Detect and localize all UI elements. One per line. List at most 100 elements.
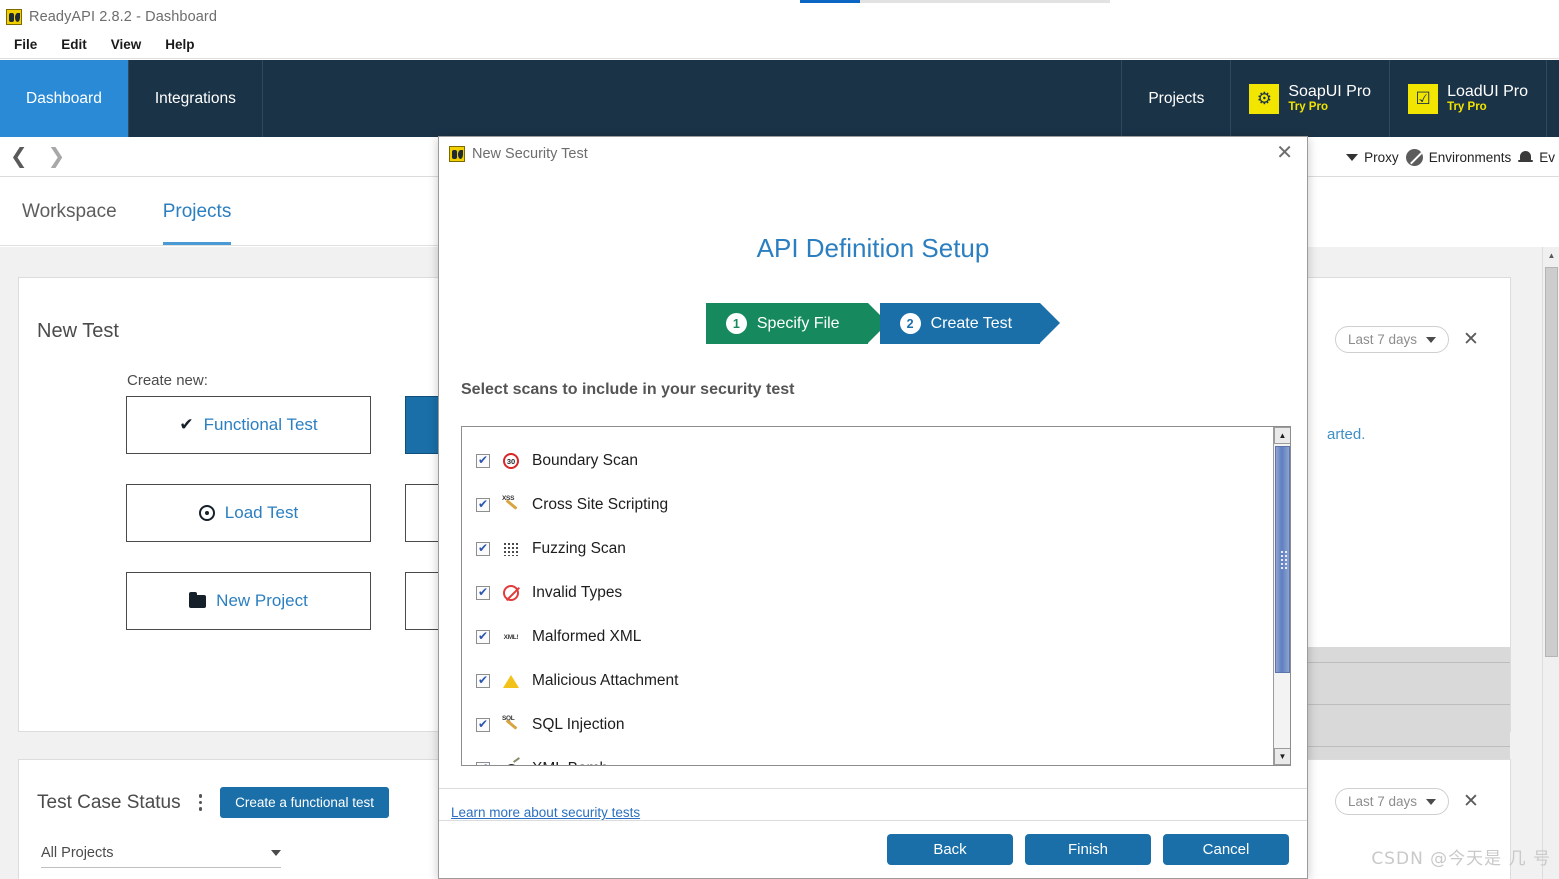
scroll-up-icon[interactable]: ▲ (1274, 427, 1290, 444)
list-item[interactable]: SQL SQL Injection (476, 703, 1290, 747)
back-button[interactable]: Back (887, 834, 1013, 865)
navbar-edge (1547, 60, 1559, 137)
step-2-number: 2 (899, 313, 921, 334)
list-item[interactable]: Invalid Types (476, 571, 1290, 615)
soapui-pro-icon: ⚙ (1249, 83, 1280, 114)
boundary-scan-icon: 30 (502, 452, 520, 470)
nav-tab-integrations[interactable]: Integrations (129, 60, 263, 137)
scan-list-scroll-thumb[interactable] (1275, 446, 1290, 673)
step-create-test[interactable]: 2 Create Test (879, 303, 1060, 344)
list-item[interactable]: Fuzzing Scan (476, 527, 1290, 571)
chevron-left-icon[interactable]: ❮ (0, 146, 38, 167)
nav-tab-dashboard[interactable]: Dashboard (0, 60, 129, 137)
scroll-up-icon[interactable]: ▲ (1543, 247, 1559, 264)
step-1-label: Specify File (756, 314, 840, 332)
menu-item-edit[interactable]: Edit (51, 35, 97, 54)
chevron-down-icon (1426, 798, 1437, 805)
main-navbar: Dashboard Integrations Projects ⚙ SoapUI… (0, 60, 1559, 137)
status-close-icon[interactable]: ✕ (1463, 792, 1479, 811)
list-item[interactable]: 30 Boundary Scan (476, 439, 1290, 483)
learn-more-link[interactable]: Learn more about security tests (451, 805, 640, 820)
project-filter-select[interactable]: All Projects (41, 845, 281, 868)
scan-checkbox[interactable] (476, 497, 490, 512)
chevron-down-icon (1426, 336, 1437, 343)
list-item[interactable]: XSS Cross Site Scripting (476, 483, 1290, 527)
malformed-xml-icon: XML! (503, 633, 519, 641)
step-2-label: Create Test (930, 314, 1013, 332)
check-icon: ✔ (179, 415, 194, 434)
proxy-button[interactable]: Proxy (1346, 150, 1399, 165)
page-title: API Definition Setup (756, 233, 990, 263)
loadui-pro-label: LoadUI Pro (1447, 82, 1528, 100)
scan-list[interactable]: 30 Boundary Scan XSS Cross Site Scriptin… (461, 426, 1291, 766)
window-titlebar: ReadyAPI 2.8.2 - Dashboard (0, 4, 1559, 29)
scan-list-inner: 30 Boundary Scan XSS Cross Site Scriptin… (462, 427, 1290, 765)
menu-item-help[interactable]: Help (155, 35, 204, 54)
scan-label: Invalid Types (532, 584, 623, 601)
new-project-button[interactable]: New Project (126, 572, 371, 630)
new-project-label: New Project (216, 591, 308, 610)
progress-fill (800, 0, 860, 3)
close-icon[interactable]: ✕ (1272, 143, 1297, 166)
list-item[interactable]: XML! Malformed XML (476, 615, 1290, 659)
menu-item-file[interactable]: File (4, 35, 47, 54)
list-item[interactable]: Malicious Attachment (476, 659, 1290, 703)
scan-checkbox[interactable] (476, 717, 490, 732)
select-scans-label: Select scans to include in your security… (461, 381, 795, 398)
scan-checkbox[interactable] (476, 761, 490, 765)
cancel-button[interactable]: Cancel (1163, 834, 1289, 865)
test-case-status-header: Test Case Status Create a functional tes… (37, 787, 389, 818)
environments-label: Environments (1428, 149, 1512, 165)
scan-checkbox[interactable] (476, 673, 490, 688)
nav-soapui-pro[interactable]: ⚙ SoapUI Pro Try Pro (1231, 60, 1391, 137)
step-specify-file[interactable]: 1 Specify File (705, 303, 888, 344)
nav-tab-dashboard-label: Dashboard (26, 89, 102, 107)
nav-tab-projects[interactable]: Projects (1122, 60, 1232, 137)
malicious-attachment-icon (502, 672, 520, 690)
nav-tab-projects-label: Projects (1148, 89, 1205, 107)
tab-projects[interactable]: Projects (163, 178, 232, 245)
new-security-test-dialog: New Security Test ✕ API Definition Setup… (438, 136, 1308, 879)
new-test-range-label: Last 7 days (1348, 332, 1418, 347)
scan-checkbox[interactable] (476, 629, 490, 644)
chevron-right-icon[interactable]: ❯ (38, 146, 76, 167)
scan-label: Malformed XML (532, 628, 642, 645)
scan-checkbox[interactable] (476, 585, 490, 600)
events-button[interactable]: Ev (1518, 150, 1555, 165)
create-functional-test-button[interactable]: Create a functional test (220, 787, 389, 818)
load-test-label: Load Test (224, 503, 299, 522)
readyapi-icon (6, 8, 22, 25)
dialog-title: New Security Test (472, 146, 588, 162)
chevron-down-icon (271, 850, 281, 856)
page-scrollbar[interactable]: ▲ (1542, 247, 1559, 879)
step-1-number: 1 (725, 313, 747, 334)
list-item[interactable]: XML Bomb (476, 747, 1290, 765)
scan-label: Malicious Attachment (532, 672, 679, 689)
status-range-label: Last 7 days (1348, 794, 1418, 809)
scan-checkbox[interactable] (476, 453, 490, 468)
functional-test-button[interactable]: ✔ Functional Test (126, 396, 371, 454)
functional-test-label: Functional Test (203, 415, 318, 434)
status-range-selector[interactable]: Last 7 days (1335, 788, 1450, 815)
scan-label: Boundary Scan (532, 452, 638, 469)
menu-item-view[interactable]: View (101, 35, 152, 54)
load-test-button[interactable]: Load Test (126, 484, 371, 542)
new-test-range-selector[interactable]: Last 7 days (1335, 326, 1450, 353)
environments-button[interactable]: Environments (1405, 148, 1512, 166)
scan-checkbox[interactable] (476, 541, 490, 556)
scan-label: Cross Site Scripting (532, 496, 669, 513)
scan-label: Fuzzing Scan (532, 540, 626, 557)
tab-workspace[interactable]: Workspace (22, 178, 117, 245)
kebab-menu-icon[interactable] (195, 794, 207, 811)
toolbar-right-group: Proxy Environments Ev (1346, 137, 1559, 177)
scroll-down-icon[interactable]: ▼ (1274, 748, 1290, 765)
nav-loadui-pro[interactable]: ☑ LoadUI Pro Try Pro (1390, 60, 1547, 137)
navbar-spacer (263, 60, 1123, 137)
finish-button[interactable]: Finish (1025, 834, 1151, 865)
fuzzing-scan-icon (502, 540, 520, 558)
scan-list-scrollbar[interactable]: ▲ ▼ (1273, 427, 1290, 765)
new-test-close-icon[interactable]: ✕ (1463, 330, 1479, 349)
page-scroll-thumb[interactable] (1545, 267, 1558, 657)
dialog-titlebar: New Security Test ✕ (439, 137, 1307, 171)
proxy-label: Proxy (1364, 149, 1399, 165)
